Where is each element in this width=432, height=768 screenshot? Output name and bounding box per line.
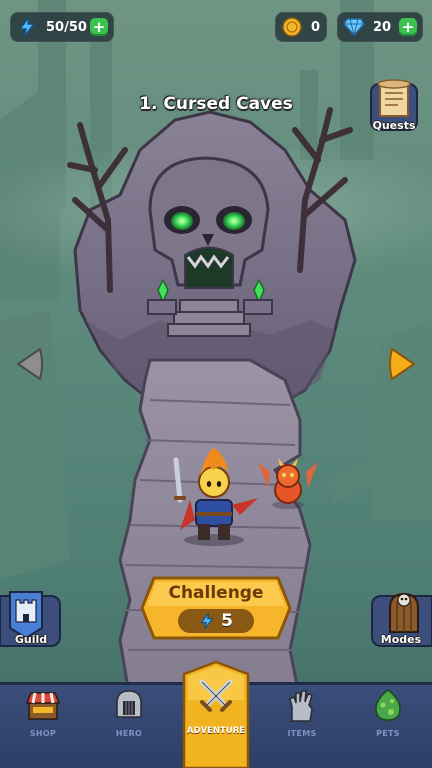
challenge-cost: 5 [178, 609, 254, 633]
lightning-icon [16, 16, 38, 38]
energy-value: 50/50 [46, 19, 87, 35]
nav-label-hero: HERO [115, 729, 143, 738]
gems-value: 20 [373, 19, 392, 35]
guild-button[interactable]: Guild [0, 588, 62, 648]
gem-icon [343, 16, 365, 38]
nav-label-items: ITEMS [287, 729, 317, 738]
challenge-cost-value: 5 [221, 611, 233, 631]
modes-button[interactable]: Modes [370, 588, 432, 648]
nav-tab-adventure[interactable]: ADVENTURE [180, 660, 252, 768]
modes-label: Modes [380, 633, 422, 646]
add-energy-button[interactable]: + [90, 18, 108, 36]
nav-tab-shop[interactable]: SHOP [0, 685, 86, 768]
helmet-icon [116, 690, 142, 718]
quests-label: Quests [372, 119, 416, 132]
coins-value: 0 [311, 19, 321, 35]
coin-icon [281, 16, 303, 38]
challenge-button[interactable]: Challenge 5 [140, 576, 292, 640]
challenge-label: Challenge [168, 583, 264, 603]
lightning-icon [200, 612, 214, 630]
quests-button[interactable]: Quests [368, 78, 420, 134]
shop-stall-icon [25, 692, 61, 720]
nav-tab-items[interactable]: ITEMS [259, 685, 345, 768]
guild-label: Guild [14, 633, 48, 646]
crossed-swords-icon [199, 679, 233, 712]
nav-tab-pets[interactable]: PETS [345, 685, 431, 768]
nav-label-pets: PETS [376, 729, 400, 738]
arrow-left-icon [17, 348, 43, 380]
add-gems-button[interactable]: + [399, 18, 417, 36]
egg-icon [375, 689, 401, 721]
nav-label-adventure: ADVENTURE [186, 726, 246, 736]
energy-counter[interactable]: 50/50 + [10, 12, 114, 42]
nav-label-shop: SHOP [29, 729, 57, 738]
coins-counter[interactable]: 0 [275, 12, 327, 42]
gems-counter[interactable]: 20 + [337, 12, 423, 42]
arrow-right-icon [389, 348, 415, 380]
previous-level-arrow[interactable] [14, 346, 44, 382]
nav-tab-hero[interactable]: HERO [86, 685, 172, 768]
gauntlet-icon [289, 690, 313, 722]
next-level-arrow[interactable] [388, 346, 418, 382]
